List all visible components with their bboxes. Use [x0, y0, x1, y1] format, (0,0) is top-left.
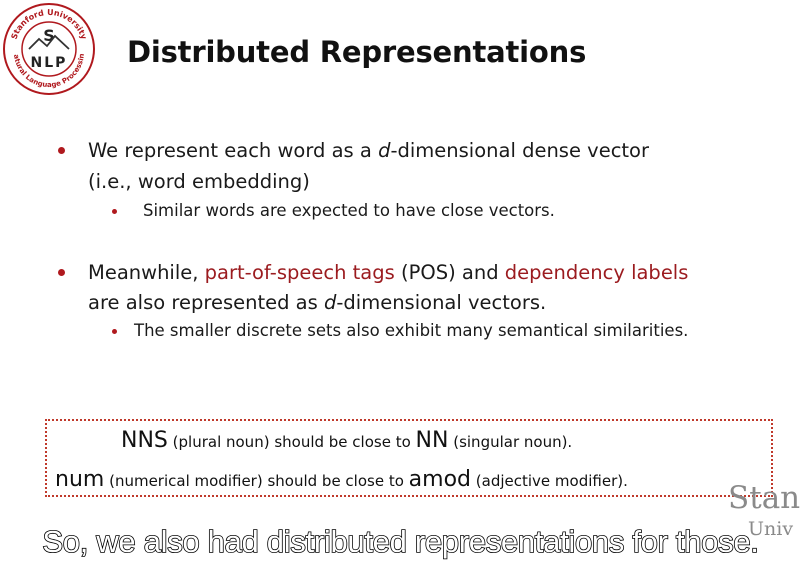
num-term: num: [55, 467, 105, 492]
row-2-desc-1: (numerical modifier) should be close to: [104, 472, 409, 490]
nns-term: NNS: [121, 428, 168, 453]
bullet-1-sub: Similar words are expected to have close…: [143, 201, 555, 220]
bullet-2-d: d: [323, 291, 337, 314]
example-row-2: num (numerical modifier) should be close…: [55, 467, 628, 492]
slide-title: Distributed Representations: [127, 35, 587, 69]
bullet-2-line2-b: -dimensional vectors.: [336, 291, 547, 314]
video-caption: So, we also had distributed representati…: [42, 523, 760, 560]
row-2-desc-2: (adjective modifier).: [471, 472, 628, 490]
pos-tags-term: part-of-speech tags: [204, 261, 395, 284]
row-1-desc-2: (singular noun).: [448, 433, 573, 451]
stanford-nlp-logo: Stanford University Natural Language Pro…: [2, 2, 95, 95]
amod-term: amod: [408, 467, 472, 492]
bullet-1-line-1: We represent each word as a d-dimensiona…: [88, 136, 649, 165]
sub-bullet-dot: [112, 329, 117, 334]
bullet-2-sub: The smaller discrete sets also exhibit m…: [134, 321, 689, 340]
bullet-1-text-b: -dimensional dense vector: [390, 139, 650, 162]
example-row-1: NNS (plural noun) should be close to NN …: [121, 428, 572, 453]
bullet-1-text-a: We represent each word as a: [88, 139, 379, 162]
bullet-2-text-a: Meanwhile,: [88, 261, 205, 284]
logo-center-bottom: NLP: [31, 55, 68, 71]
row-1-desc-1: (plural noun) should be close to: [167, 433, 416, 451]
sub-bullet-dot: [112, 209, 117, 214]
nn-term: NN: [415, 428, 449, 453]
bullet-2-line2-a: are also represented as: [88, 291, 324, 314]
stanford-watermark: Stan: [728, 480, 801, 516]
slide: Stanford University Natural Language Pro…: [0, 0, 801, 566]
bullet-dot: [58, 269, 65, 276]
bullet-1-d: d: [378, 139, 391, 162]
bullet-2-line-2: are also represented as d-dimensional ve…: [88, 288, 546, 317]
bullet-2-line-1: Meanwhile, part-of-speech tags (POS) and…: [88, 258, 688, 287]
dependency-labels-term: dependency labels: [504, 261, 689, 284]
bullet-1-line-2: (i.e., word embedding): [88, 170, 310, 193]
bullet-dot: [58, 147, 65, 154]
bullet-2-text-b: (POS) and: [394, 261, 505, 284]
